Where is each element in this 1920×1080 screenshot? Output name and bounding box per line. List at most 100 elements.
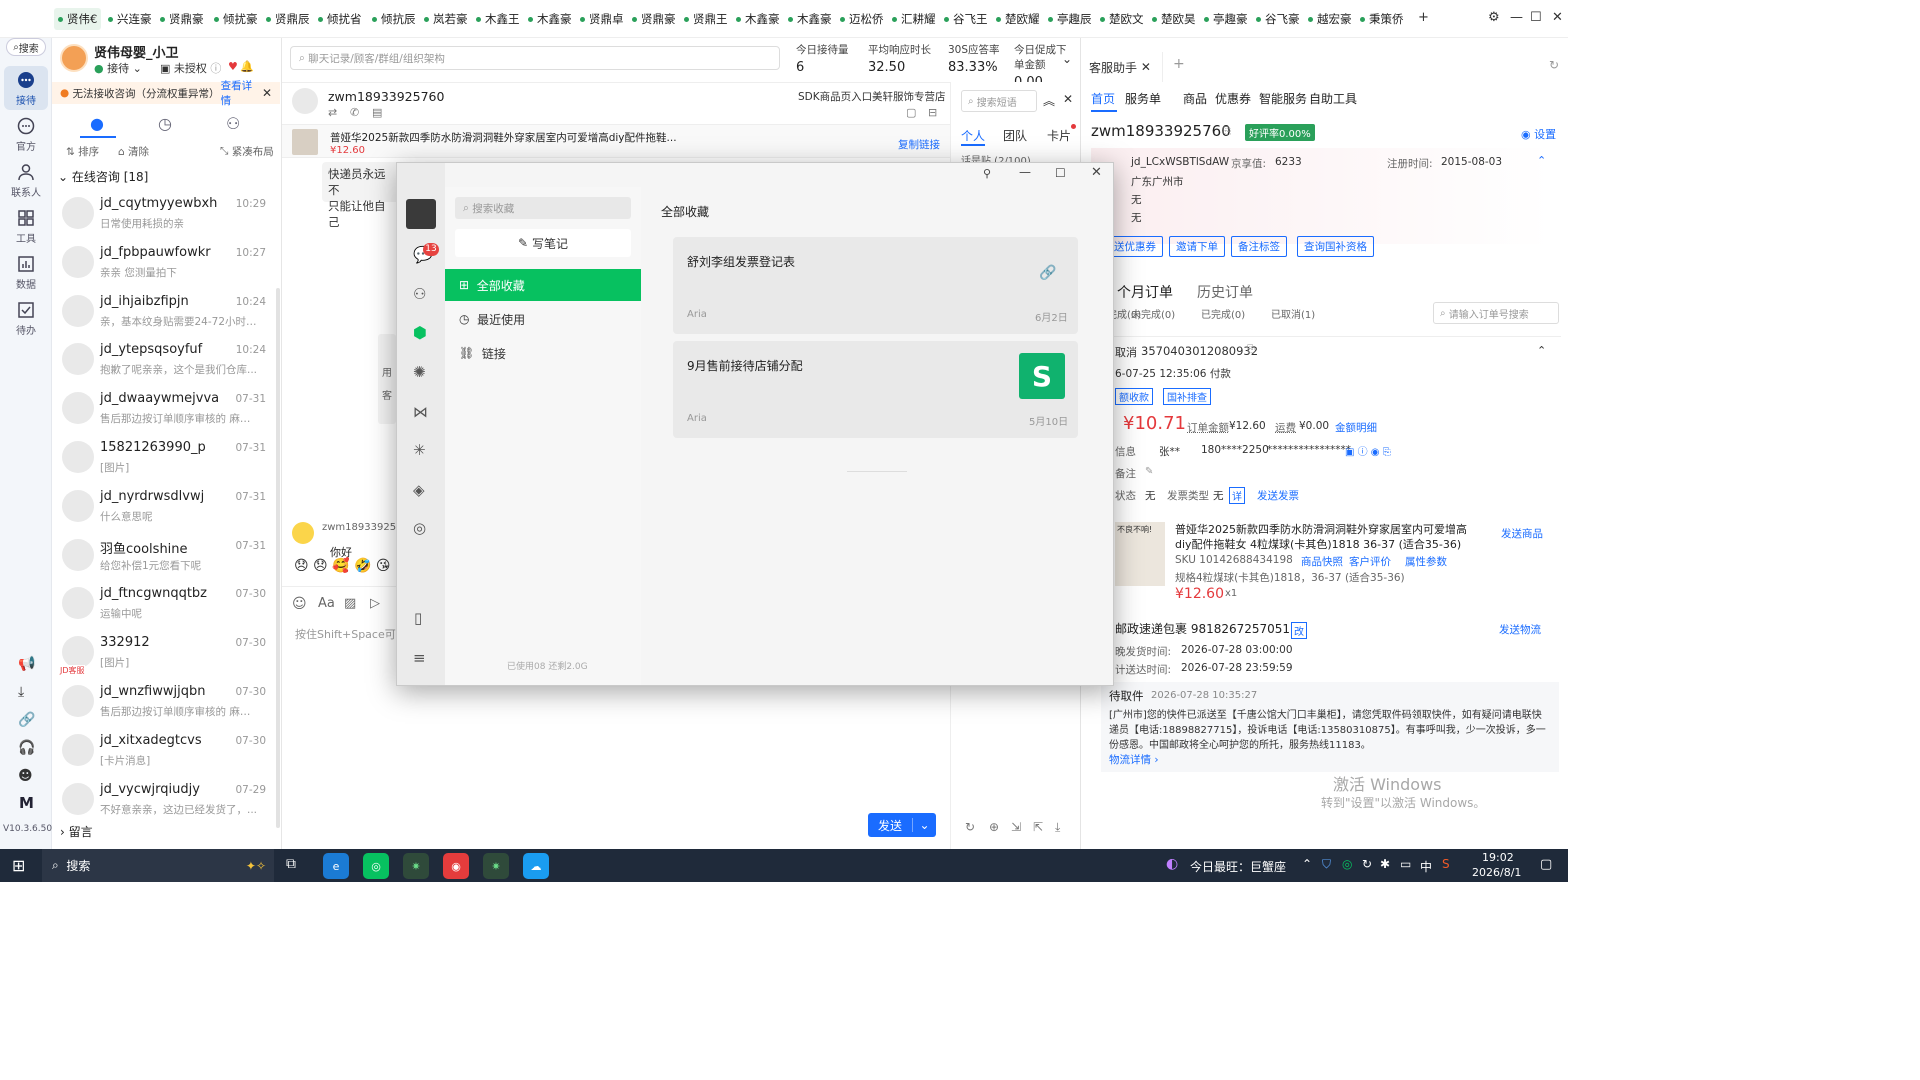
phone-icon[interactable]: ▯ [414,609,422,627]
settings-icon[interactable]: ⚙ [1488,10,1500,25]
notification-icon[interactable]: ▢ [1540,857,1552,872]
review-link[interactable]: 客户评价 [1349,554,1391,569]
tray-s-icon[interactable]: S [1442,857,1450,871]
emoji-row[interactable]: 😞 😞 🥰 🤣 😘 [294,558,390,574]
alert-detail-link[interactable]: 查看详情 [221,78,262,108]
customer-action-button[interactable]: 查询国补资格 [1297,236,1374,257]
close-button[interactable]: ✕ [1091,165,1102,180]
conversation-item[interactable]: jd_dwaaywmejvva 07-31 售后那边按订单顺序审核的 麻烦... [52,385,280,434]
shop-tab[interactable]: 兴连豪 [108,8,152,30]
conversation-item[interactable]: jd_ihjaibzfipjn 10:24 亲，基本纹身贴需要24-72小时才... [52,288,280,337]
send-invoice-link[interactable]: 发送发票 [1257,488,1299,503]
assistant-nav-item[interactable]: 优惠券 [1215,90,1251,107]
bag-icon[interactable]: ⊟ [928,106,937,119]
conversation-item[interactable]: jd_nyrdrwsdlvwj 07-31 什么意思呢 [52,483,280,532]
menu-icon[interactable]: ≡ [413,649,426,667]
shop-tab[interactable]: 楚欧耀 [996,8,1040,30]
send-button[interactable]: 发送 ⌄ [868,813,936,837]
shop-tab[interactable]: 楚欧文 [1100,8,1144,30]
add-tab-icon[interactable]: + [1173,56,1185,72]
chevron-down-icon[interactable]: ⌄ [1062,52,1072,66]
megaphone-icon[interactable]: 📢 [18,656,35,672]
shop-tab[interactable]: 倾扰豪 [214,8,258,30]
tray-shield-icon[interactable]: ⛉ [1322,857,1331,872]
conversation-item[interactable]: jd_wnzfiwwjjqbn 07-30 售后那边按订单顺序审核的 麻烦... [52,678,280,727]
customer-action-button[interactable]: 邀请下单 [1169,236,1225,257]
tray-chevron-icon[interactable]: ⌃ [1302,857,1312,871]
shop-tab[interactable]: 木鑫王 [476,8,520,30]
phone-icon[interactable]: ✆ [350,106,359,119]
bot-icon[interactable]: ☻ [18,768,33,784]
jd-chat-icon[interactable]: ☁ [523,853,549,879]
nav-links[interactable]: ⛓ 链接 [445,337,641,369]
miniprogram-icon[interactable]: ◈ [413,481,425,499]
tray-wechat-icon[interactable]: ◎ [1342,857,1352,871]
bell-icon[interactable]: 🔔 [240,60,254,73]
reception-status[interactable]: ● 接待 ⌄ [94,60,142,76]
shop-tab[interactable]: 汇耕耀 [892,8,936,30]
export-icon[interactable]: ⇱ [1033,820,1043,834]
order-filter[interactable]: 已完成(0) [1201,306,1245,321]
assistant-nav-item[interactable]: 首页 [1091,90,1115,107]
rail-item-official[interactable]: 官方 [4,112,48,156]
favorite-card[interactable]: 9月售前接待店铺分配 S Aria 5月10日 [673,341,1078,438]
clear-button[interactable]: ⌂ 清除 [118,144,149,159]
conversation-item[interactable]: jd_ytepsqsoyfuf 10:24 抱歉了呢亲亲，这个是我们仓库... [52,336,280,385]
refresh-icon[interactable]: ↻ [1549,58,1559,72]
copy-link-button[interactable]: 复制链接 [898,137,940,152]
news-widget[interactable]: 今日最旺：巨蟹座 [1190,858,1286,875]
nav-all-favorites[interactable]: ⊞ 全部收藏 [445,269,641,301]
shop-tab[interactable]: 楚欧昊 [1152,8,1196,30]
moments-icon[interactable]: ✺ [413,363,426,381]
conversation-item[interactable]: 332912 07-30 [图片] JD客服 [52,629,280,678]
shop-tab[interactable]: 谷飞豪 [1256,8,1300,30]
edit-icon[interactable]: ✎ [1145,466,1153,477]
conversation-item[interactable]: jd_vycwjrqiudjy 07-29 不好意亲亲，这边已经发货了，... [52,776,280,825]
conversation-item[interactable]: 羽鱼coolshine 07-31 给您补偿1元您看下呢 [52,532,280,581]
tab-group-icon[interactable]: ⚇ [226,114,240,133]
compact-layout-button[interactable]: ⤡ 紧凑布局 [220,144,274,159]
decrypt-icon[interactable]: ▣ ⓘ ◉ ⎘ [1345,443,1391,458]
import-icon[interactable]: ⇲ [1011,820,1021,834]
copy-icon[interactable]: ⎘ [1223,126,1231,137]
express-change-button[interactable]: 改 [1291,622,1307,639]
minimize-button[interactable]: — [1510,10,1523,25]
download-icon[interactable]: ⤓ [1055,820,1060,835]
order-search-input[interactable]: ⌕ 请输入订单号搜索 [1433,302,1559,324]
shop-tab[interactable]: 倾扰省 [318,8,362,30]
discover-icon[interactable]: ✳ [413,441,426,459]
shop-tab[interactable]: 木鑫豪 [788,8,832,30]
emoji-icon[interactable]: ☺ [292,596,307,612]
amount-detail-link[interactable]: 金额明细 [1335,420,1377,435]
shop-tab[interactable]: 贤鼎卓 [580,8,624,30]
video-icon[interactable]: ▷ [370,596,380,611]
app-star-icon-2[interactable]: ✷ [483,853,509,879]
taskbar-search[interactable]: ⌕ 搜索 ✦✧ [42,849,274,882]
bookmark-icon[interactable]: ▢ [906,106,916,119]
scrollbar[interactable] [276,288,280,828]
shop-tab[interactable]: 木鑫豪 [736,8,780,30]
assistant-nav-item[interactable]: 服务单 [1125,90,1161,107]
online-header[interactable]: ⌄ 在线咨询 [18] [58,168,148,185]
collapse-icon[interactable]: ︽ [1043,92,1055,109]
favorites-icon[interactable]: ⬢ [413,323,427,342]
shop-tab[interactable]: 秉策侨 [1360,8,1404,30]
channels-icon[interactable]: ⋈ [413,403,428,421]
conversation-item[interactable]: jd_ftncgwnqqtbz 07-30 运输中呢 [52,580,280,629]
conversation-item[interactable]: jd_fpbpauwfowkr 10:27 亲亲 您测量拍下 [52,239,280,288]
pin-icon[interactable]: ⚲ [983,167,991,180]
close-icon[interactable]: ✕ [1141,60,1151,74]
close-icon[interactable]: ✕ [262,86,272,100]
music-icon[interactable]: ◎ [413,519,426,537]
tray-network-icon[interactable]: ▭ [1400,857,1411,871]
card-icon[interactable]: ▤ [372,106,382,119]
assistant-nav-item[interactable]: 商品 [1183,90,1207,107]
refresh-icon[interactable]: ↻ [965,820,975,834]
favorites-search-input[interactable]: ⌕ 搜索收藏 [455,197,631,219]
tab-recent-orders[interactable]: 个月订单 [1117,282,1173,302]
transfer-icon[interactable]: ⇄ [328,106,337,119]
nav-recent[interactable]: ◷ 最近使用 [445,303,641,335]
settings-link[interactable]: ◉ 设置 [1521,126,1556,142]
assistant-nav-item[interactable]: 智能服务 [1259,90,1307,107]
conversation-item[interactable]: jd_cqytmyyewbxh 10:29 日常使用耗损的亲 [52,190,280,239]
